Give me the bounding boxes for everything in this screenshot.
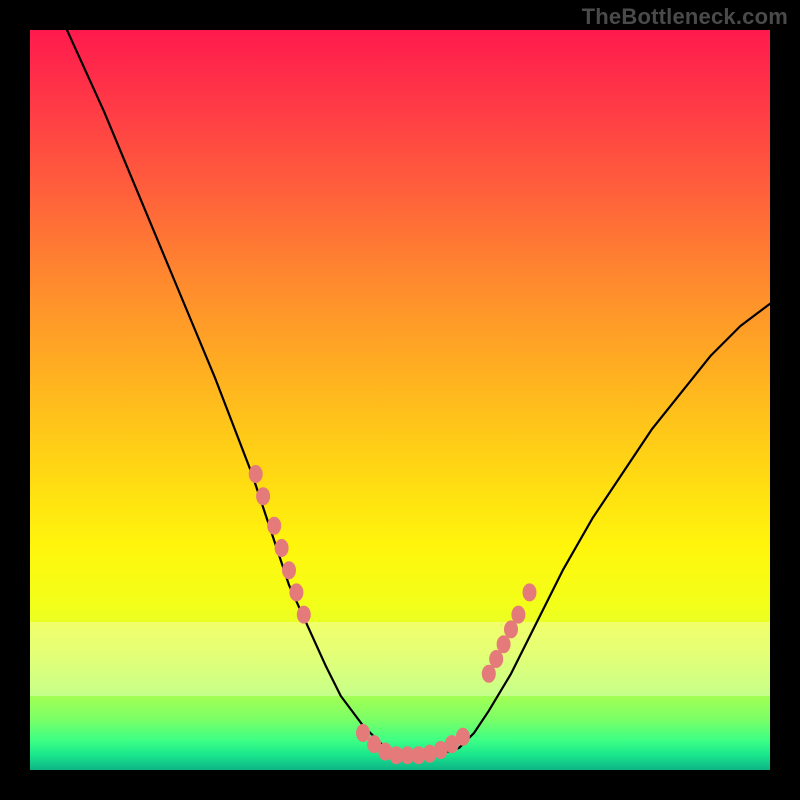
marker-dot [511,606,525,624]
marker-dot [497,635,511,653]
watermark-text: TheBottleneck.com [582,4,788,30]
marker-dot [282,561,296,579]
plot-area [30,30,770,770]
curve-svg [30,30,770,770]
marker-dot [275,539,289,557]
marker-dot [482,665,496,683]
chart-frame: TheBottleneck.com [0,0,800,800]
marker-group [249,465,537,764]
bottleneck-curve [30,30,770,755]
marker-dot [456,728,470,746]
marker-dot [504,620,518,638]
marker-dot [267,517,281,535]
marker-dot [297,606,311,624]
marker-dot [356,724,370,742]
marker-dot [523,583,537,601]
marker-dot [249,465,263,483]
marker-dot [256,487,270,505]
marker-dot [489,650,503,668]
marker-dot [289,583,303,601]
